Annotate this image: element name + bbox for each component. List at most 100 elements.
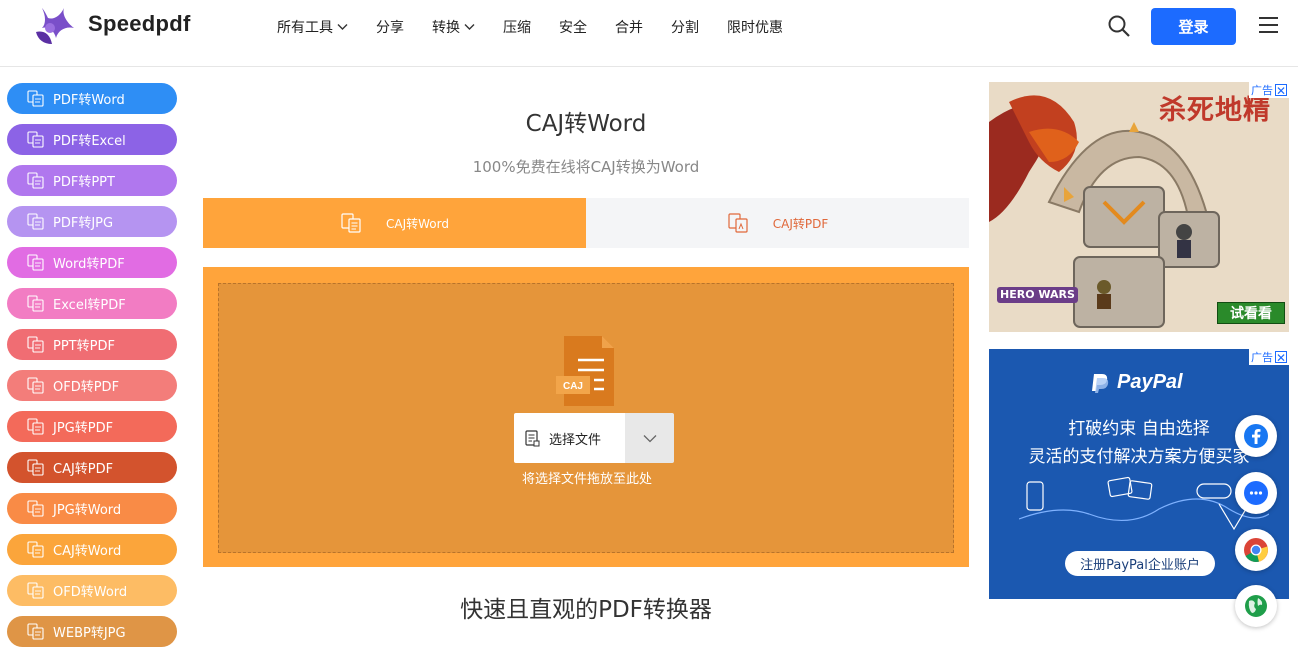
nav-security[interactable]: 安全	[559, 17, 587, 37]
nav-label: 分割	[671, 20, 699, 36]
hamburger-menu-icon[interactable]	[1259, 17, 1278, 35]
hero-wars-logo: HERO WARS	[997, 287, 1078, 303]
sidebar-item[interactable]: Word转PDF	[7, 247, 177, 278]
facebook-share-button[interactable]	[1235, 415, 1277, 457]
ad-label-text: 广告	[1251, 84, 1273, 97]
sidebar-item[interactable]: JPG转Word	[7, 493, 177, 524]
sidebar-item-label: OFD转Word	[53, 585, 128, 600]
choose-file-button[interactable]: 选择文件	[514, 413, 625, 463]
sidebar-item[interactable]: OFD转PDF	[7, 370, 177, 401]
paypal-brand-text: PayPal	[1117, 371, 1183, 393]
nav-all-tools[interactable]: 所有工具	[277, 17, 348, 37]
caj-file-label: CAJ	[563, 381, 583, 392]
globe-icon	[1245, 595, 1267, 617]
document-convert-icon	[27, 500, 44, 517]
sidebar-item[interactable]: OFD转Word	[7, 575, 177, 606]
sidebar-item[interactable]: PDF转JPG	[7, 206, 177, 237]
sidebar-item[interactable]: PDF转Excel	[7, 124, 177, 155]
nav-label: 合并	[615, 20, 643, 36]
facebook-icon	[1244, 424, 1268, 448]
paypal-icon	[1092, 373, 1109, 393]
sidebar-item-label: WEBP转JPG	[53, 626, 126, 641]
document-convert-icon	[27, 582, 44, 599]
sidebar-item-label: PDF转Excel	[53, 134, 126, 149]
tab-label: CAJ转Word	[386, 216, 449, 231]
sidebar-item[interactable]: WEBP转JPG	[7, 616, 177, 647]
document-convert-icon	[341, 213, 361, 233]
sidebar-item-label: PDF转PPT	[53, 175, 115, 190]
nav-label: 安全	[559, 20, 587, 36]
messenger-icon	[1244, 481, 1268, 505]
document-convert-icon	[27, 459, 44, 476]
chrome-icon	[1244, 538, 1268, 562]
choose-source-dropdown[interactable]	[625, 413, 674, 463]
sidebar-item-label: PDF转Word	[53, 93, 125, 108]
nav-convert[interactable]: 转换	[432, 17, 475, 37]
search-icon[interactable]	[1107, 14, 1131, 38]
sidebar-item[interactable]: Excel转PDF	[7, 288, 177, 319]
sidebar-item[interactable]: CAJ转Word	[7, 534, 177, 565]
sidebar-item-label: Excel转PDF	[53, 298, 126, 313]
nav-label: 所有工具	[277, 20, 333, 36]
page-title: CAJ转Word	[525, 111, 647, 137]
document-convert-icon	[27, 541, 44, 558]
nav-promo[interactable]: 限时优惠	[727, 17, 783, 37]
conversion-tabs: CAJ转Word CAJ转PDF	[203, 198, 969, 248]
close-icon[interactable]: ✕	[1275, 84, 1287, 97]
page-subtitle: 100%免费在线将CAJ转换为Word	[472, 158, 700, 176]
sidebar-item[interactable]: PDF转PPT	[7, 165, 177, 196]
close-icon[interactable]: ✕	[1275, 351, 1287, 364]
nav-share[interactable]: 分享	[376, 17, 404, 37]
file-icon	[525, 429, 540, 446]
sidebar-item[interactable]: CAJ转PDF	[7, 452, 177, 483]
document-convert-icon	[27, 172, 44, 189]
nav-compress[interactable]: 压缩	[503, 17, 531, 37]
language-button[interactable]	[1235, 585, 1277, 627]
sidebar-item[interactable]: PDF转Word	[7, 83, 177, 114]
nav-merge[interactable]: 合并	[615, 17, 643, 37]
payment-illustration	[1019, 476, 1269, 531]
sidebar-item-label: PDF转JPG	[53, 216, 114, 231]
sidebar-item-label: Word转PDF	[53, 257, 125, 272]
sidebar-item[interactable]: PPT转PDF	[7, 329, 177, 360]
sidebar-item-label: PPT转PDF	[53, 339, 115, 354]
document-convert-icon	[27, 623, 44, 640]
login-button[interactable]: 登录	[1151, 8, 1236, 45]
ad-badge[interactable]: 广告 ✕	[1249, 349, 1289, 365]
sidebar-item-label: CAJ转Word	[53, 544, 122, 559]
document-convert-icon	[27, 213, 44, 230]
tab-label: CAJ转PDF	[772, 216, 829, 231]
chevron-down-icon	[643, 434, 656, 442]
choose-file-group: 选择文件	[514, 413, 674, 463]
sidebar-item-label: JPG转Word	[53, 503, 122, 518]
nav-label: 分享	[376, 20, 404, 36]
document-convert-icon	[27, 418, 44, 435]
drop-zone[interactable]: CAJ 选择文件 将选择文件拖放至此处	[218, 283, 954, 553]
messenger-share-button[interactable]	[1235, 472, 1277, 514]
tab-caj-to-word[interactable]: CAJ转Word	[203, 198, 586, 248]
brand-name[interactable]: Speedpdf	[88, 11, 191, 37]
document-convert-icon	[728, 213, 748, 233]
chrome-extension-button[interactable]	[1235, 529, 1277, 571]
document-convert-icon	[27, 295, 44, 312]
document-convert-icon	[27, 377, 44, 394]
logo-icon[interactable]	[32, 6, 76, 48]
ad-label-text: 广告	[1251, 351, 1273, 364]
nav-label: 转换	[432, 20, 460, 36]
document-convert-icon	[27, 90, 44, 107]
top-header: Speedpdf 所有工具 分享 转换 压缩 安全 合并 分割 限时优惠 登录	[0, 0, 1298, 67]
ad-cta-button[interactable]: 注册PayPal企业账户	[1065, 551, 1215, 576]
sidebar-item[interactable]: JPG转PDF	[7, 411, 177, 442]
nav-split[interactable]: 分割	[671, 17, 699, 37]
ad-cta-button[interactable]: 试看看	[1217, 302, 1285, 324]
upload-area: CAJ 选择文件 将选择文件拖放至此处	[203, 267, 969, 567]
tab-caj-to-pdf[interactable]: CAJ转PDF	[586, 198, 969, 248]
sidebar-item-label: OFD转PDF	[53, 380, 120, 395]
nav-label: 限时优惠	[727, 20, 783, 36]
nav-label: 压缩	[503, 20, 531, 36]
game-ad-banner[interactable]: 杀死地精 HERO WARS 试看看 广告 ✕	[989, 82, 1289, 332]
sidebar-item-label: JPG转PDF	[53, 421, 114, 436]
caj-file-icon: CAJ	[556, 336, 614, 406]
section-title: 快速且直观的PDF转换器	[460, 597, 712, 623]
ad-badge[interactable]: 广告 ✕	[1249, 82, 1289, 98]
